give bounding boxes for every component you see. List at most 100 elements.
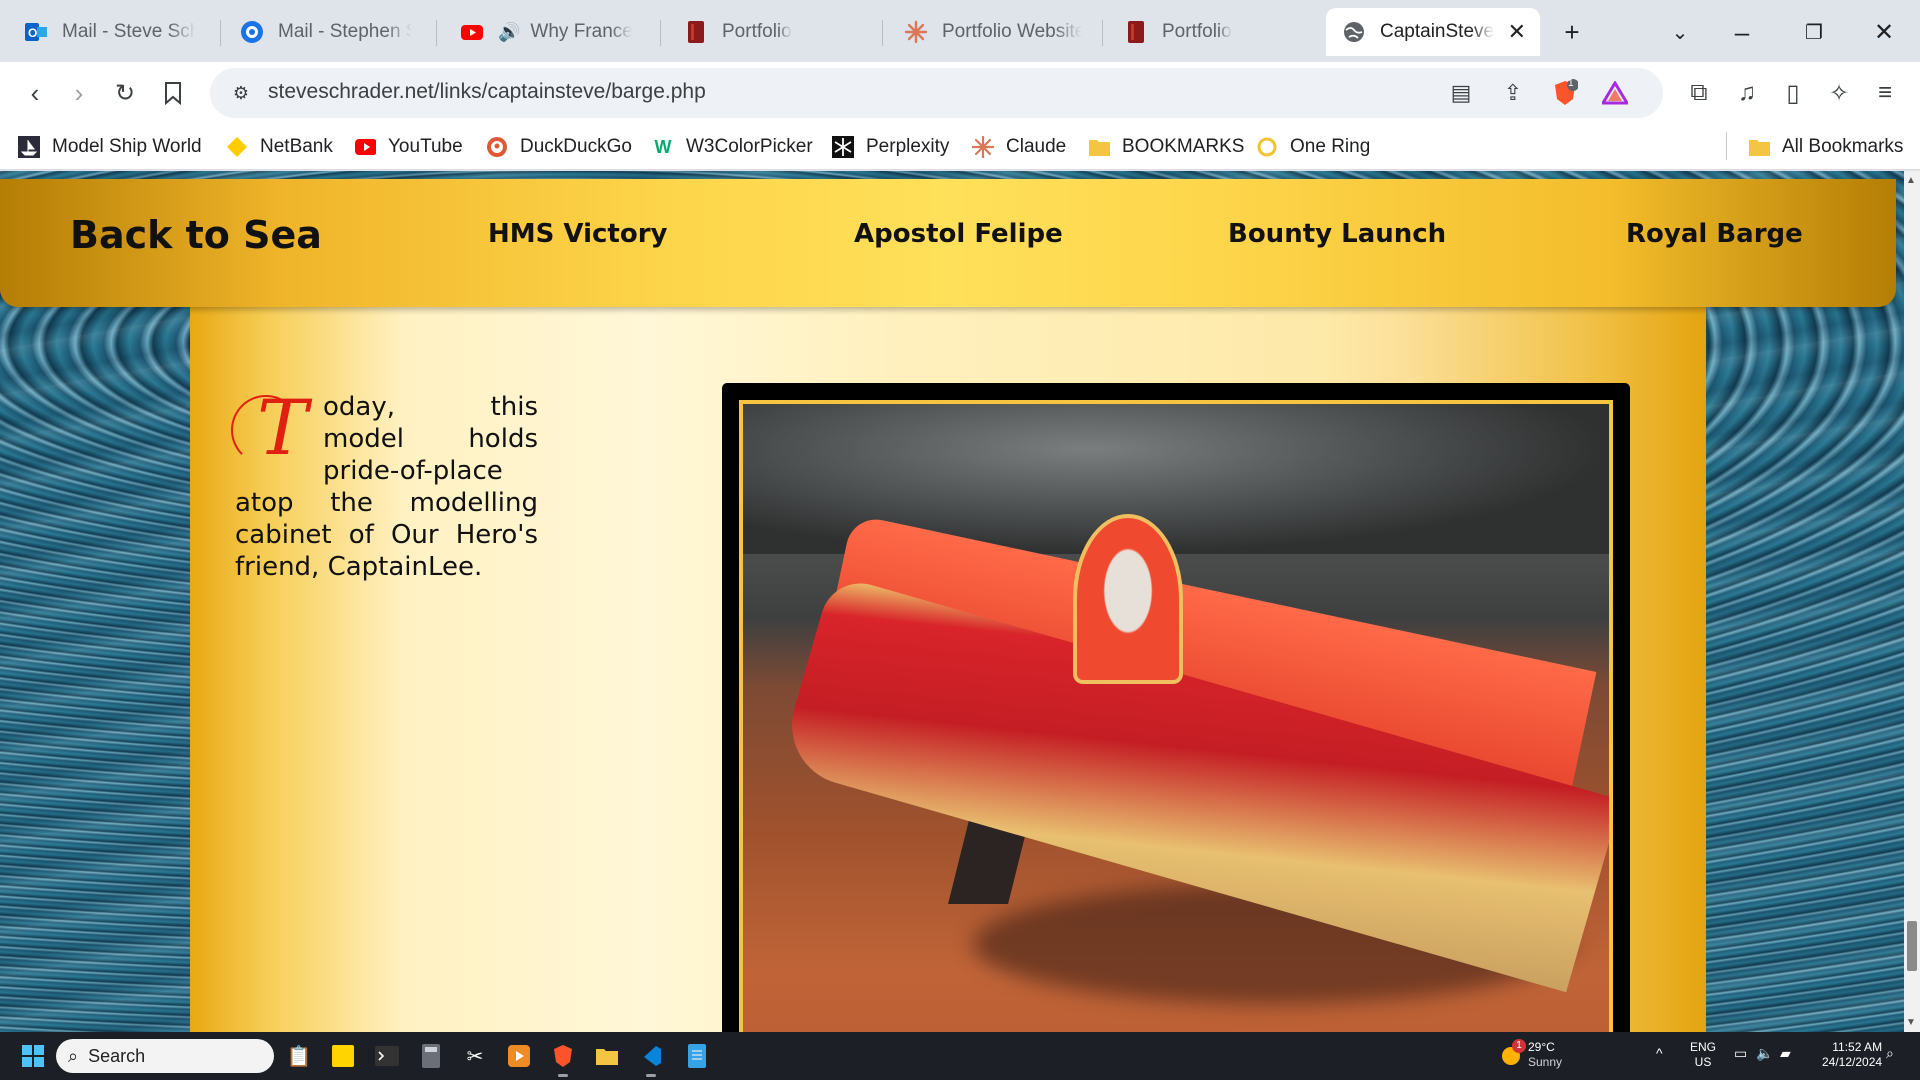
w3schools-icon: W bbox=[654, 136, 672, 157]
bookmarks-bar: Model Ship World NetBank YouTube DuckDuc… bbox=[0, 124, 1920, 170]
youtube-icon bbox=[354, 136, 376, 158]
address-bar[interactable]: ⚙ steveschrader.net/links/captainsteve/b… bbox=[210, 68, 1663, 118]
bookmark-duckduckgo[interactable]: DuckDuckGo bbox=[486, 132, 632, 162]
tab-search-chevron-icon[interactable]: ⌄ bbox=[1662, 14, 1698, 50]
youtube-icon bbox=[460, 20, 484, 44]
bookmark-all-bookmarks[interactable]: All Bookmarks bbox=[1748, 132, 1903, 162]
nav-link-royal-barge[interactable]: Royal Barge bbox=[1626, 219, 1803, 249]
tab-title: Portfolio bbox=[722, 21, 792, 42]
svg-text:O: O bbox=[28, 26, 37, 40]
calculator-icon[interactable] bbox=[416, 1041, 446, 1071]
site-navbar: Back to Sea HMS Victory Apostol Felipe B… bbox=[0, 179, 1896, 307]
extensions-icon[interactable]: ⧉ bbox=[1680, 74, 1718, 112]
tab-strip: O Mail - Steve Schrader Mail - Stephen S… bbox=[0, 0, 1920, 62]
bookmark-one-ring[interactable]: One Ring bbox=[1256, 132, 1370, 162]
bookmark-model-ship-world[interactable]: Model Ship World bbox=[18, 132, 202, 162]
site-settings-icon[interactable]: ⚙ bbox=[224, 76, 258, 110]
file-explorer-icon[interactable] bbox=[592, 1041, 622, 1071]
drop-cap: T bbox=[231, 390, 317, 466]
duckduckgo-icon bbox=[486, 136, 508, 158]
page-scrollbar[interactable]: ▲ ▼ bbox=[1904, 171, 1920, 1032]
portfolio-icon bbox=[684, 20, 708, 44]
reload-button[interactable]: ↻ bbox=[106, 74, 144, 112]
taskbar-search[interactable]: ⌕ Search bbox=[56, 1039, 274, 1073]
tab-title: Portfolio bbox=[1162, 21, 1232, 42]
nav-link-bounty-launch[interactable]: Bounty Launch bbox=[1228, 219, 1446, 249]
page-viewport: Back to Sea HMS Victory Apostol Felipe B… bbox=[0, 171, 1904, 1032]
menu-icon[interactable]: ≡ bbox=[1866, 74, 1904, 112]
tab-title: CaptainSteve bbox=[1380, 21, 1495, 42]
language-indicator[interactable]: ENG US bbox=[1690, 1040, 1716, 1070]
claude-icon bbox=[904, 20, 928, 44]
folder-icon bbox=[1088, 136, 1110, 158]
nav-link-apostol-felipe[interactable]: Apostol Felipe bbox=[854, 219, 1063, 249]
tab-portfolio-website[interactable]: Portfolio Website bbox=[888, 8, 1098, 56]
clock[interactable]: 11:52 AM 24/12/2024 bbox=[1822, 1040, 1882, 1070]
claude-icon bbox=[972, 136, 994, 158]
brave-rewards-icon[interactable] bbox=[1598, 76, 1632, 110]
bookmark-claude[interactable]: Claude bbox=[972, 132, 1066, 162]
tab-portfolio-1[interactable]: Portfolio bbox=[668, 8, 878, 56]
notifications-icon[interactable]: ⌕ bbox=[1886, 1046, 1894, 1061]
brave-shields-icon[interactable]: 1 bbox=[1548, 76, 1582, 110]
site-brand-link[interactable]: Back to Sea bbox=[70, 213, 322, 257]
weather-widget[interactable]: 29°C Sunny bbox=[1528, 1040, 1562, 1070]
windows-start-icon[interactable] bbox=[18, 1041, 48, 1071]
bookmark-w3colorpicker[interactable]: W W3ColorPicker bbox=[652, 132, 813, 162]
nav-link-hms-victory[interactable]: HMS Victory bbox=[488, 219, 667, 249]
tab-title: Portfolio Website bbox=[942, 21, 1082, 42]
app-icon-1[interactable]: 📋 bbox=[284, 1041, 314, 1071]
tab-mail-stephen[interactable]: Mail - Stephen Schrader bbox=[224, 8, 428, 56]
bookmark-netbank[interactable]: NetBank bbox=[226, 132, 333, 162]
snipping-tool-icon[interactable]: ✂ bbox=[460, 1041, 490, 1071]
scrollbar-thumb[interactable] bbox=[1907, 921, 1917, 971]
share-icon[interactable]: ⇪ bbox=[1496, 76, 1530, 110]
new-tab-button[interactable]: + bbox=[1554, 14, 1590, 50]
tab-title: Mail - Steve Schrader bbox=[62, 21, 196, 42]
weather-badge: 1 bbox=[1512, 1039, 1526, 1053]
forward-button[interactable]: › bbox=[60, 74, 98, 112]
tray-overflow-icon[interactable]: ^ bbox=[1656, 1046, 1663, 1061]
notepad-icon[interactable] bbox=[682, 1041, 712, 1071]
vscode-icon[interactable] bbox=[636, 1041, 666, 1077]
speaker-icon[interactable]: 🔊 bbox=[498, 22, 520, 43]
url-text: steveschrader.net/links/captainsteve/bar… bbox=[268, 80, 706, 103]
folder-icon bbox=[1748, 136, 1770, 158]
restore-button[interactable]: ❐ bbox=[1796, 14, 1832, 50]
close-tab-icon[interactable]: ✕ bbox=[1508, 19, 1526, 45]
sidebar-icon[interactable]: ▯ bbox=[1774, 74, 1812, 112]
ring-icon bbox=[1256, 136, 1278, 158]
netbank-icon bbox=[226, 136, 248, 158]
outlook-icon: O bbox=[24, 20, 48, 44]
perplexity-icon bbox=[832, 136, 854, 158]
mail-client-icon bbox=[240, 20, 264, 44]
tab-youtube[interactable]: 🔊 Why France and bbox=[444, 8, 648, 56]
volume-icon[interactable]: 🔈 bbox=[1756, 1046, 1773, 1061]
bookmark-youtube[interactable]: YouTube bbox=[354, 132, 463, 162]
bookmark-page-icon[interactable] bbox=[154, 74, 192, 112]
leo-ai-icon[interactable]: ✧ bbox=[1820, 74, 1858, 112]
intro-paragraph: Today, this model holds pride-of-place a… bbox=[231, 390, 538, 583]
terminal-icon[interactable] bbox=[372, 1041, 402, 1071]
battery-icon[interactable]: ▰ bbox=[1780, 1046, 1791, 1061]
sticky-notes-icon[interactable] bbox=[328, 1041, 358, 1071]
bookmark-folder-bookmarks[interactable]: BOOKMARKS bbox=[1088, 132, 1244, 162]
bookmark-perplexity[interactable]: Perplexity bbox=[832, 132, 949, 162]
media-player-icon[interactable] bbox=[504, 1041, 534, 1071]
weather-icon[interactable]: 1 bbox=[1496, 1039, 1526, 1071]
back-button[interactable]: ‹ bbox=[16, 74, 54, 112]
shields-badge: 1 bbox=[1568, 78, 1574, 89]
browser-toolbar: ‹ › ↻ ⚙ steveschrader.net/links/captains… bbox=[0, 62, 1920, 124]
reader-mode-icon[interactable]: ▤ bbox=[1444, 76, 1478, 110]
tab-captainsteve[interactable]: CaptainSteve ✕ bbox=[1326, 8, 1540, 56]
photo-frame bbox=[723, 384, 1629, 1032]
close-window-button[interactable]: ✕ bbox=[1866, 14, 1902, 50]
tab-title: Why France and bbox=[530, 21, 632, 42]
portfolio-icon bbox=[1124, 20, 1148, 44]
media-icon[interactable]: ♫ bbox=[1728, 74, 1766, 112]
network-icon[interactable]: ▭ bbox=[1734, 1046, 1747, 1061]
brave-taskbar-icon[interactable] bbox=[548, 1041, 578, 1077]
tab-mail-steve[interactable]: O Mail - Steve Schrader bbox=[8, 8, 212, 56]
minimize-button[interactable]: – bbox=[1724, 14, 1760, 50]
tab-portfolio-2[interactable]: Portfolio bbox=[1108, 8, 1318, 56]
